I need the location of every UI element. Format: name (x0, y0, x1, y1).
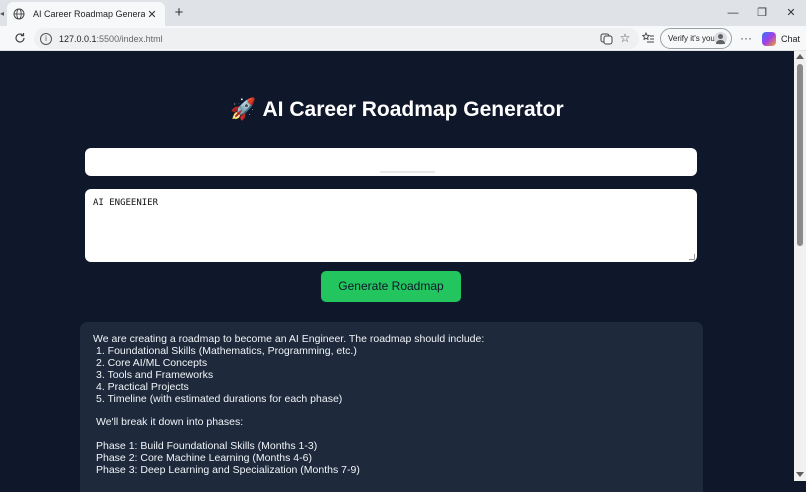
output-item: 3. Tools and Frameworks (96, 368, 214, 381)
translate-icon[interactable] (597, 29, 615, 47)
rocket-icon: 🚀 (230, 98, 257, 121)
scroll-down-arrow-icon[interactable] (796, 472, 804, 477)
generate-roadmap-button[interactable]: Generate Roadmap (321, 271, 461, 302)
address-bar[interactable]: i 127.0.0.1:5500/index.html (34, 28, 639, 49)
tab-scroll-icon[interactable]: ◂ (0, 9, 4, 18)
resize-handle[interactable] (689, 254, 695, 260)
verify-label: Verify it's you (668, 34, 715, 43)
favorite-star-icon[interactable]: ☆ (616, 29, 634, 47)
globe-icon (13, 8, 25, 20)
restore-button[interactable]: ❐ (748, 3, 776, 23)
page-scrollbar[interactable] (794, 51, 806, 481)
tab-title: AI Career Roadmap Generator (33, 9, 145, 19)
page-title-text: AI Career Roadmap Generator (262, 98, 564, 121)
output-item: 5. Timeline (with estimated durations fo… (96, 392, 343, 405)
url-host: 127.0.0.1 (59, 33, 97, 44)
verify-profile-button[interactable]: Verify it's you (660, 28, 732, 49)
scroll-up-arrow-icon[interactable] (796, 54, 804, 59)
url-path: :5500/index.html (96, 33, 163, 44)
refresh-icon[interactable] (11, 29, 29, 47)
more-menu-icon[interactable]: ··· (737, 29, 755, 47)
new-tab-button[interactable]: + (170, 4, 188, 22)
output-item: 2. Core AI/ML Concepts (96, 356, 208, 369)
copilot-chat-button[interactable]: Chat (762, 30, 800, 48)
scrollbar-thumb[interactable] (797, 64, 803, 246)
window-close-button[interactable]: ✕ (777, 3, 805, 23)
tab-close-icon[interactable]: ✕ (145, 8, 159, 21)
output-phases-intro: We'll break it down into phases: (96, 416, 244, 429)
output-phase: Phase 3: Deep Learning and Specializatio… (96, 464, 360, 477)
api-key-input[interactable] (85, 148, 697, 176)
roadmap-output-panel: We are creating a roadmap to become an A… (80, 322, 703, 492)
output-item: 4. Practical Projects (96, 380, 189, 393)
minimize-button[interactable]: — (719, 3, 747, 23)
chat-label: Chat (781, 34, 801, 44)
career-goal-textarea[interactable]: AI ENGEENIER (85, 189, 697, 262)
career-goal-value: AI ENGEENIER (93, 198, 159, 208)
copilot-icon (762, 32, 776, 46)
site-info-icon[interactable]: i (40, 32, 52, 45)
input-underline (380, 171, 435, 173)
profile-avatar-icon (714, 32, 727, 45)
page-content: 🚀 AI Career Roadmap Generator AI ENGEENIE… (0, 51, 794, 492)
favorites-list-icon[interactable] (639, 29, 657, 47)
browser-toolbar: i 127.0.0.1:5500/index.html ☆ Verify it'… (0, 26, 806, 51)
browser-tab-strip: ◂ AI Career Roadmap Generator ✕ + — ❐ ✕ (0, 0, 806, 26)
browser-tab-active[interactable]: AI Career Roadmap Generator ✕ (7, 2, 165, 26)
page-title: 🚀 AI Career Roadmap Generator (0, 98, 794, 122)
